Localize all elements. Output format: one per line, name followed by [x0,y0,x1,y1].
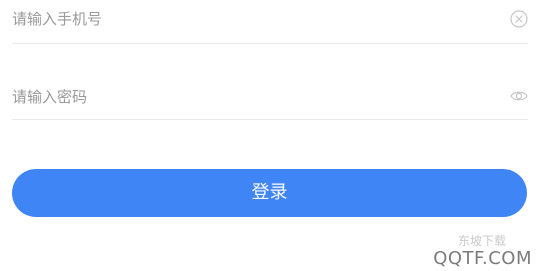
watermark-subtext: 东坡下载 [457,234,506,248]
login-button[interactable]: 登录 [12,169,527,217]
password-input[interactable] [12,84,492,110]
phone-input[interactable] [12,6,492,32]
password-field [12,76,528,120]
clear-circle-icon[interactable] [510,10,528,28]
watermark-logo: QQTF.COM [433,248,532,269]
eye-icon[interactable] [510,87,528,105]
phone-field [12,0,528,44]
